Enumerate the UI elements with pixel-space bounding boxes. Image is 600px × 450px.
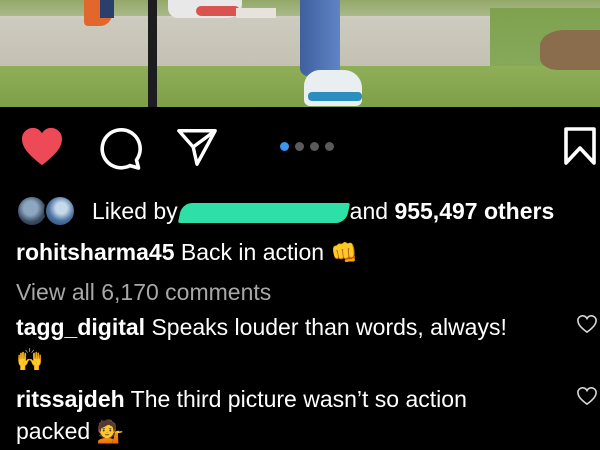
fist-emoji: 👊 [330,240,358,266]
likes-prefix: Liked by [92,198,178,224]
liker-avatars [16,195,80,227]
likes-text: Liked by and 955,497 others [92,195,554,227]
photo-leg [300,0,340,76]
carousel-dot-active [280,141,289,151]
comment-item: ritssajdeh The third picture wasn’t so a… [16,383,576,447]
avatar [44,195,76,227]
photo-dirt [540,30,600,70]
heart-outline-icon[interactable] [576,386,598,406]
caption-text: Back in action [180,239,325,265]
photo-pole [148,0,157,107]
carousel-indicator [280,141,334,151]
post-caption: rohitsharma45 Back in action 👊 [16,236,358,268]
raised-hands-emoji: 🙌 [16,347,44,373]
likes-summary[interactable]: Liked by and 955,497 others [16,193,600,229]
likes-count[interactable]: 955,497 others [394,198,554,224]
carousel-dot [295,141,304,151]
bookmark-icon[interactable] [562,126,598,166]
carousel-dot [325,141,334,151]
likes-middle: and [349,198,389,224]
post-photo[interactable] [0,0,600,107]
photo-jersey-detail [100,0,114,18]
comment-item: tagg_digital Speaks louder than words, a… [16,311,576,375]
comment-icon[interactable] [98,127,142,171]
comment-text-continued: packed [16,418,91,444]
photo-mat [236,8,276,18]
comment-username[interactable]: tagg_digital [16,314,145,340]
comment-text: Speaks louder than words, always! [151,314,507,340]
photo-grass-bottom [0,66,600,107]
tipping-hand-emoji: 💁 [96,419,124,445]
caption-username[interactable]: rohitsharma45 [16,239,175,265]
view-all-comments-link[interactable]: View all 6,170 comments [16,277,271,307]
comment-username[interactable]: ritssajdeh [16,386,125,412]
photo-shoe-accent [308,92,362,101]
photo-shoe-accent [196,6,240,16]
redacted-username [177,202,350,223]
share-icon[interactable] [176,126,218,168]
carousel-dot [310,141,319,151]
heart-outline-icon[interactable] [576,314,598,334]
comment-text: The third picture wasn’t so action [130,386,467,412]
heart-icon[interactable] [20,127,64,167]
